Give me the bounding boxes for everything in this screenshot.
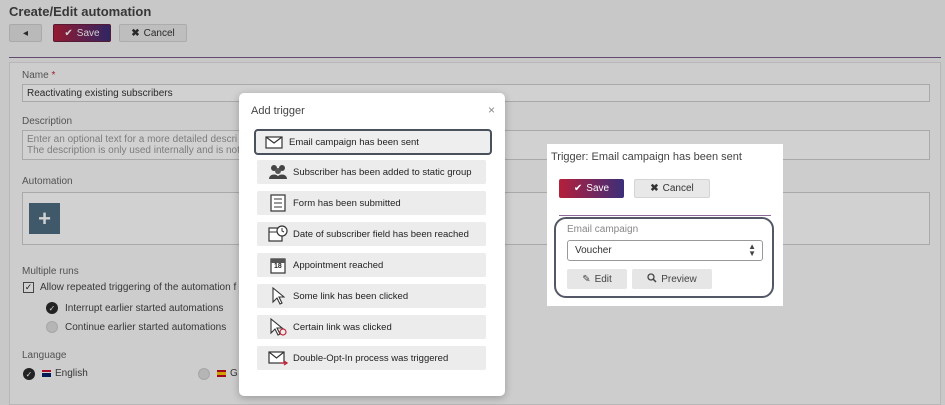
campaign-select[interactable]: Voucher ▲ ▼ [567,240,763,261]
cursor-target-icon [267,318,289,336]
preview-campaign-button[interactable]: Preview [632,269,712,289]
edit-campaign-button[interactable]: ✎ Edit [567,269,627,289]
close-icon[interactable]: × [488,103,495,117]
trigger-label: Form has been submitted [293,197,401,209]
trigger-panel-title: Trigger: Email campaign has been sent [551,151,742,163]
trigger-date-field-reached[interactable]: Date of subscriber field has been reache… [257,222,486,246]
trigger-settings-panel: Trigger: Email campaign has been sent ✔ … [547,144,783,306]
envelope-icon [263,133,285,151]
trigger-label: Certain link was clicked [293,321,392,333]
check-icon: ✔ [573,183,583,194]
trigger-some-link-clicked[interactable]: Some link has been clicked [257,284,486,308]
trigger-label: Subscriber has been added to static grou… [293,166,472,178]
users-group-icon [267,163,289,181]
trigger-label: Appointment reached [293,259,384,271]
search-icon [647,272,657,286]
calendar-day: 18 [274,263,282,270]
trigger-label: Date of subscriber field has been reache… [293,228,469,240]
trigger-form-submitted[interactable]: Form has been submitted [257,191,486,215]
trigger-certain-link-clicked[interactable]: Certain link was clicked [257,315,486,339]
calendar-icon: 18 [267,256,289,274]
trigger-cancel-button[interactable]: ✖ Cancel [634,179,710,198]
sort-arrows-icon: ▲ ▼ [748,242,756,258]
form-icon [267,194,289,212]
close-icon: ✖ [650,183,659,194]
trigger-save-button[interactable]: ✔ Save [559,179,624,198]
cursor-icon [267,287,289,305]
trigger-appointment-reached[interactable]: 18 Appointment reached [257,253,486,277]
divider [559,215,771,216]
modal-title: Add trigger [251,105,305,117]
campaign-label: Email campaign [567,224,639,235]
add-trigger-modal: Add trigger × Email campaign has been se… [239,93,505,396]
trigger-subscriber-added-group[interactable]: Subscriber has been added to static grou… [257,160,486,184]
trigger-doi-process[interactable]: Double-Opt-In process was triggered [257,346,486,370]
calendar-clock-icon [267,225,289,243]
trigger-label: Some link has been clicked [293,290,409,302]
envelope-arrow-icon [267,349,289,367]
trigger-label: Email campaign has been sent [289,136,419,148]
pencil-icon: ✎ [582,273,591,285]
trigger-email-campaign-sent[interactable]: Email campaign has been sent [254,129,492,155]
trigger-label: Double-Opt-In process was triggered [293,352,449,364]
